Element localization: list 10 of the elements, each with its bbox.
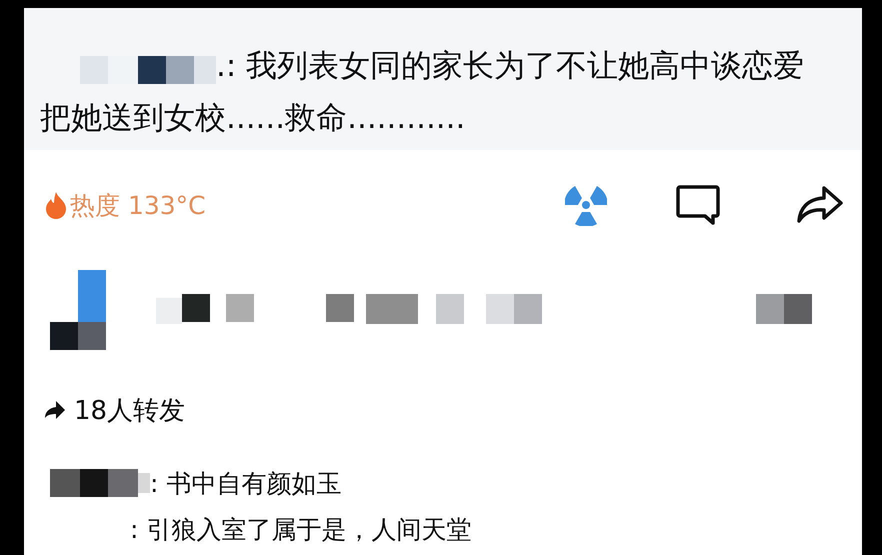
radiation-icon[interactable]	[565, 184, 607, 226]
comment-text: : 书中自有颜如玉	[150, 468, 342, 500]
post-text: .: 我列表女同的家长为了不让她高中谈恋爱把她送到女校......救命............	[40, 46, 806, 138]
share-icon[interactable]	[796, 185, 844, 225]
flame-icon	[44, 191, 68, 219]
comment-icon[interactable]	[675, 184, 721, 226]
heat-label: 热度 133°C	[70, 190, 206, 222]
repost-count[interactable]: 18人转发	[74, 392, 186, 428]
arrow-icon	[44, 400, 66, 420]
comment-text: : 引狼入室了属于是，人间天堂	[130, 514, 472, 546]
